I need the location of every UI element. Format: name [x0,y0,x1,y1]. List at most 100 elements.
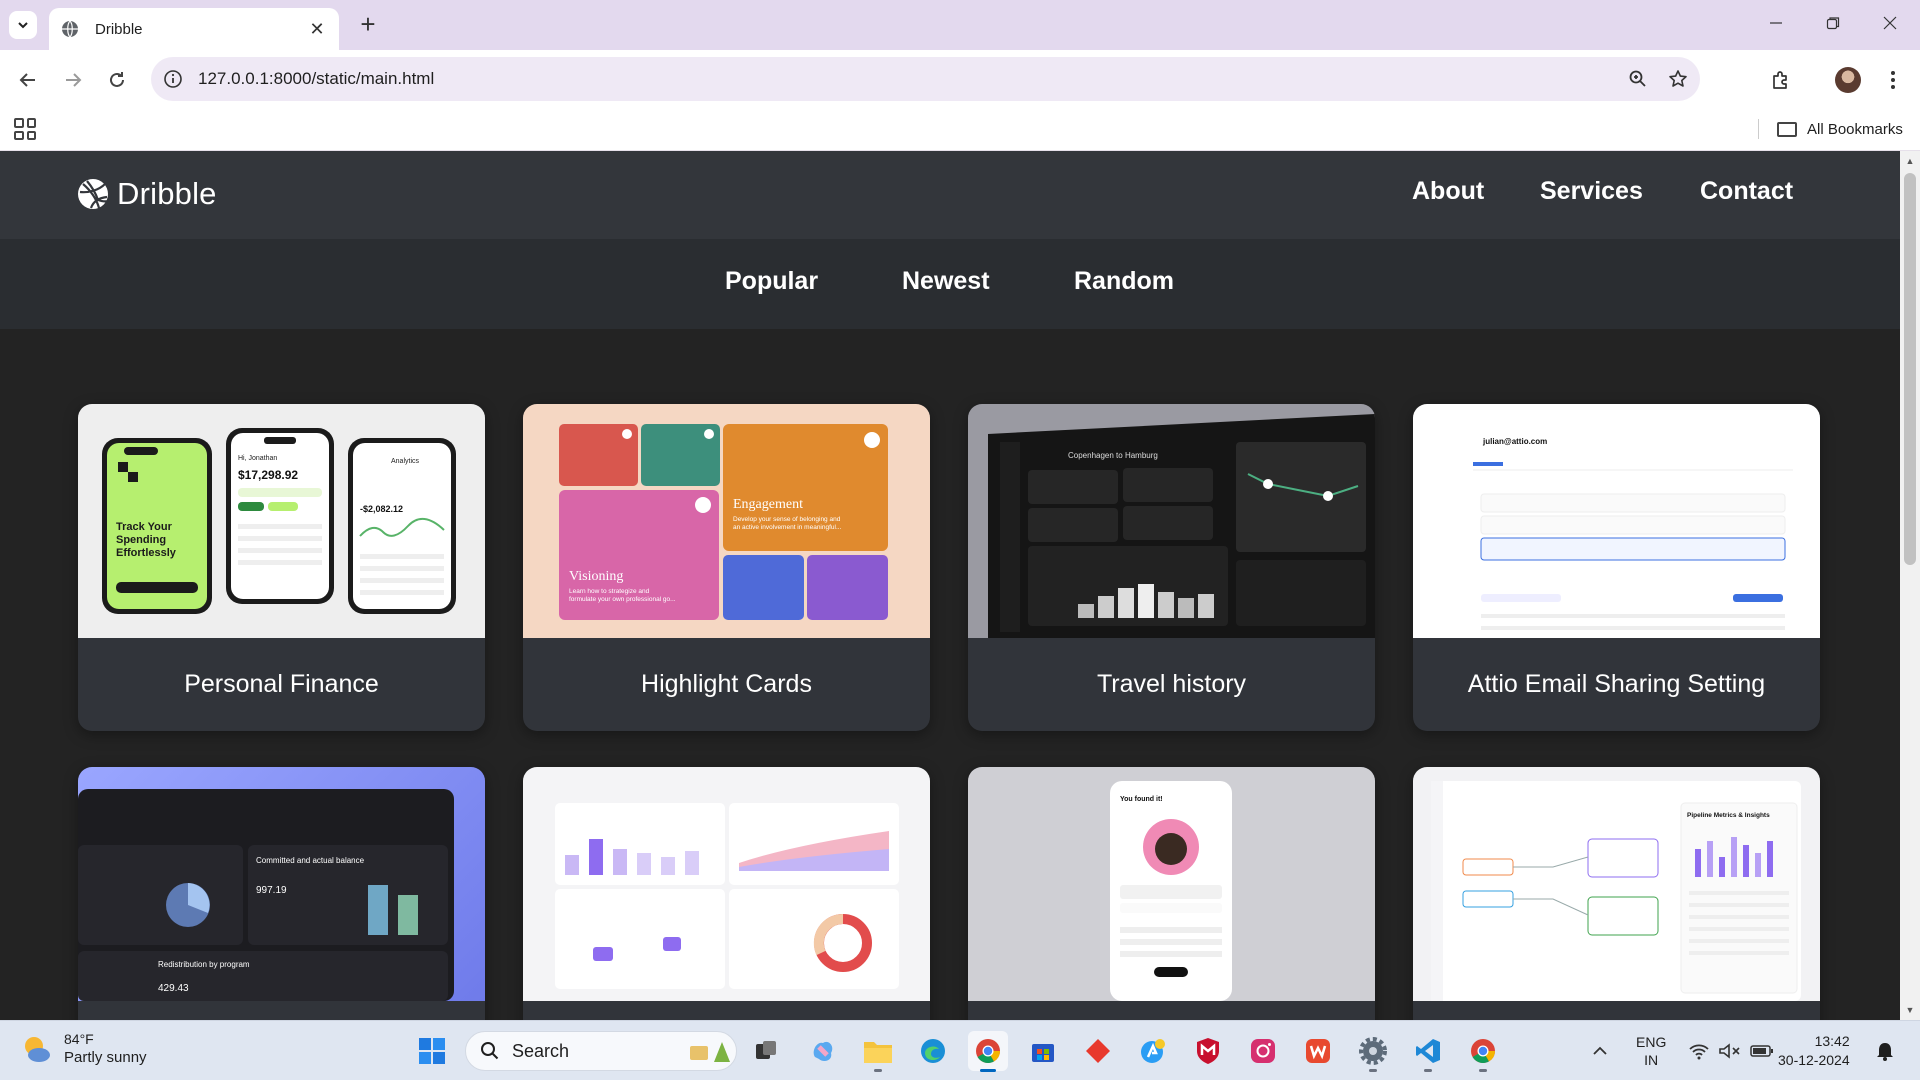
all-bookmarks-button[interactable]: All Bookmarks [1777,116,1903,142]
volume-muted-icon [1719,1043,1740,1059]
taskbar-chrome[interactable] [968,1031,1008,1072]
filter-popular[interactable]: Popular [725,267,818,296]
close-tab-icon[interactable]: ✕ [307,19,327,40]
weather-widget[interactable]: 84°F Partly sunny [20,1031,147,1066]
taskbar-instagram[interactable] [1243,1031,1283,1071]
globe-icon [62,20,78,38]
nav-about[interactable]: About [1412,177,1484,206]
svg-text:Track Your: Track Your [116,521,173,533]
copilot-icon [813,1041,833,1061]
taskbar-mcafee[interactable] [1188,1031,1228,1071]
tab-search-button[interactable] [9,11,37,39]
scroll-down-arrow-icon[interactable]: ▼ [1904,1004,1916,1016]
shot-card[interactable]: julian@attio.com Attio Email Sharing Set… [1413,404,1820,731]
site-logo[interactable]: Dribble [77,173,217,215]
svg-text:Hi, Jonathan: Hi, Jonathan [238,455,277,462]
bookmarks-bar: All Bookmarks [0,108,1920,151]
profile-button[interactable] [1832,64,1864,96]
site-info-icon[interactable] [162,68,184,90]
svg-text:Effortlessly: Effortlessly [116,547,177,559]
shot-title[interactable]: Travel history [968,638,1375,731]
clock[interactable]: 13:42 30-12-2024 [1778,1021,1850,1080]
office-icon [1306,1039,1330,1063]
url-text[interactable]: 127.0.0.1:8000/static/main.html [198,69,1620,89]
shot-thumbnail: Committed and actual balance 997.19 Redi… [78,767,485,1001]
shot-thumbnail: You found it! [968,767,1375,1001]
close-window-button[interactable] [1867,8,1913,38]
task-view-icon [756,1041,776,1059]
svg-text:Redistribution by program: Redistribution by program [158,960,250,969]
taskbar-settings[interactable] [1353,1031,1393,1072]
show-hidden-icons-button[interactable] [1592,1021,1608,1080]
back-button[interactable] [13,65,43,95]
taskbar-store[interactable] [1023,1031,1063,1071]
page-scrollbar[interactable]: ▲ ▼ [1900,151,1920,1020]
weather-temperature: 84°F [64,1031,94,1047]
start-button[interactable] [412,1031,452,1071]
taskbar-copilot[interactable] [803,1031,843,1071]
shot-thumbnail: julian@attio.com [1413,404,1820,638]
svg-text:Copenhagen to Hamburg: Copenhagen to Hamburg [1068,451,1158,460]
chrome-icon [1471,1039,1495,1064]
reload-icon [110,72,124,87]
taskbar-office[interactable] [1298,1031,1338,1071]
taskbar-red-app[interactable] [1078,1031,1118,1071]
windows-taskbar: 84°F Partly sunny Search ENG IN 13:42 30… [0,1020,1920,1080]
chrome-icon [976,1039,1000,1064]
address-bar[interactable]: 127.0.0.1:8000/static/main.html [151,57,1700,101]
shot-card[interactable]: Engagement Develop your sense of belongi… [523,404,930,731]
notifications-button[interactable] [1876,1021,1894,1080]
language-indicator[interactable]: ENG IN [1636,1021,1666,1080]
bookmark-star-button[interactable] [1660,61,1696,97]
shot-card[interactable]: Copenhagen to Hamburg Travel history [968,404,1375,731]
restore-button[interactable] [1810,8,1856,38]
shot-card[interactable] [523,767,930,1020]
taskbar-edge[interactable] [913,1031,953,1071]
language-code: ENG [1636,1034,1667,1050]
shot-thumbnail [523,767,930,1001]
task-view-button[interactable] [746,1031,786,1071]
shot-card[interactable]: Track Your Spending Effortlessly Hi, Jon… [78,404,485,731]
scrollbar-thumb[interactable] [1904,173,1916,565]
taskbar-vscode[interactable] [1408,1031,1448,1072]
filter-random[interactable]: Random [1074,267,1174,296]
svg-text:julian@attio.com: julian@attio.com [1482,437,1547,446]
shot-card[interactable]: Committed and actual balance 997.19 Redi… [78,767,485,1020]
shot-card[interactable]: You found it! [968,767,1375,1020]
network-volume-battery[interactable] [1688,1021,1774,1080]
bookmarks-divider [1758,119,1759,139]
chevron-down-icon [18,22,28,29]
apps-grid-icon[interactable] [14,118,36,140]
close-icon [1883,16,1897,30]
forward-button[interactable] [58,65,88,95]
nav-services[interactable]: Services [1540,177,1643,206]
svg-text:formulate your own professiona: formulate your own professional go... [569,596,676,603]
shot-title[interactable]: Highlight Cards [523,638,930,731]
shot-card[interactable]: Pipeline Metrics & Insights [1413,767,1820,1020]
browser-menu-button[interactable] [1877,64,1909,96]
taskbar-file-explorer[interactable] [858,1031,898,1072]
dribbble-ball-icon [78,179,109,209]
gear-icon [1359,1037,1387,1065]
taskbar-search[interactable]: Search [465,1031,737,1071]
taskbar-blue-app[interactable] [1133,1031,1173,1071]
site-header: Dribble About Services Contact [0,151,1900,239]
search-highlight-icon [690,1042,730,1062]
browser-tab[interactable]: Dribble ✕ [49,8,339,50]
shot-title[interactable]: Personal Finance [78,638,485,731]
extensions-button[interactable] [1765,64,1797,96]
nav-contact[interactable]: Contact [1700,177,1793,206]
edge-icon [921,1039,945,1063]
svg-text:Engagement: Engagement [733,497,803,512]
zoom-button[interactable] [1620,61,1656,97]
shield-icon [1197,1038,1219,1064]
scroll-up-arrow-icon[interactable]: ▲ [1904,155,1916,167]
reload-button[interactable] [102,65,132,95]
taskbar-chrome-2[interactable] [1463,1031,1503,1072]
minimize-button[interactable] [1753,8,1799,38]
new-tab-button[interactable]: + [353,10,383,38]
instagram-icon [1251,1039,1275,1063]
site-logo-text: Dribble [117,176,217,211]
filter-newest[interactable]: Newest [902,267,990,296]
shot-title[interactable]: Attio Email Sharing Setting [1413,638,1820,731]
